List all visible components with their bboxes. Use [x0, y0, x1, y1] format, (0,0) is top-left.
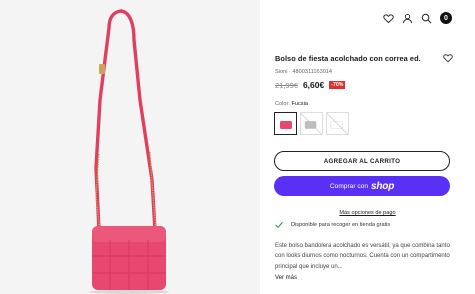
read-more-link[interactable]: Ver más: [275, 275, 297, 281]
shop-pay-label: Comprar con: [329, 182, 369, 190]
product-title: Bolso de fiesta acolchado con correa ed.: [275, 53, 421, 63]
user-icon[interactable]: [402, 13, 413, 24]
shop-brand-logo: shop: [371, 180, 395, 192]
product-info-panel: 0 Bolso de fiesta acolchado con correa e…: [260, 0, 475, 294]
swatch-fucsia[interactable]: [274, 112, 297, 135]
swatch-silver-thumb: [301, 113, 322, 134]
sale-price: 6,60€: [302, 80, 325, 90]
product-sku: Sioni · 4800311163014: [275, 69, 333, 75]
swatch-silver[interactable]: [300, 112, 323, 135]
availability-text: Disponible para recoger en tienda gratis: [291, 222, 391, 228]
discount-badge: -70%: [329, 81, 346, 89]
title-row: Bolso de fiesta acolchado con correa ed.: [275, 53, 453, 63]
add-to-cart-button[interactable]: AGREGAR AL CARRITO: [274, 151, 450, 171]
search-icon[interactable]: [421, 13, 432, 24]
bag-illustration: [0, 0, 260, 294]
swatch-white[interactable]: [326, 112, 349, 135]
cart-count-badge[interactable]: 0: [440, 12, 452, 24]
header-icons: 0: [383, 12, 452, 24]
shop-pay-button[interactable]: Comprar con shop: [274, 176, 450, 196]
more-payment-link[interactable]: Más opciones de pago: [339, 210, 395, 216]
price-row: 21,99€ 6,60€ -70%: [275, 80, 346, 90]
pickup-availability: Disponible para recoger en tienda gratis: [275, 221, 390, 229]
color-value: Fucsia: [291, 101, 308, 107]
old-price: 21,99€: [275, 80, 298, 90]
color-label-text: Color:: [275, 101, 290, 107]
product-image: [0, 0, 260, 294]
heart-icon[interactable]: [383, 13, 394, 24]
swatch-fucsia-thumb: [279, 120, 292, 129]
more-payment-options: Más opciones de pago: [260, 201, 475, 219]
check-icon: [275, 222, 283, 228]
color-swatches: [274, 112, 349, 135]
wishlist-heart-icon[interactable]: [443, 53, 453, 63]
color-label: Color: Fucsia: [275, 101, 308, 107]
swatch-white-thumb: [327, 113, 348, 134]
product-description: Este bolso bandolera acolchado es versát…: [275, 243, 450, 270]
